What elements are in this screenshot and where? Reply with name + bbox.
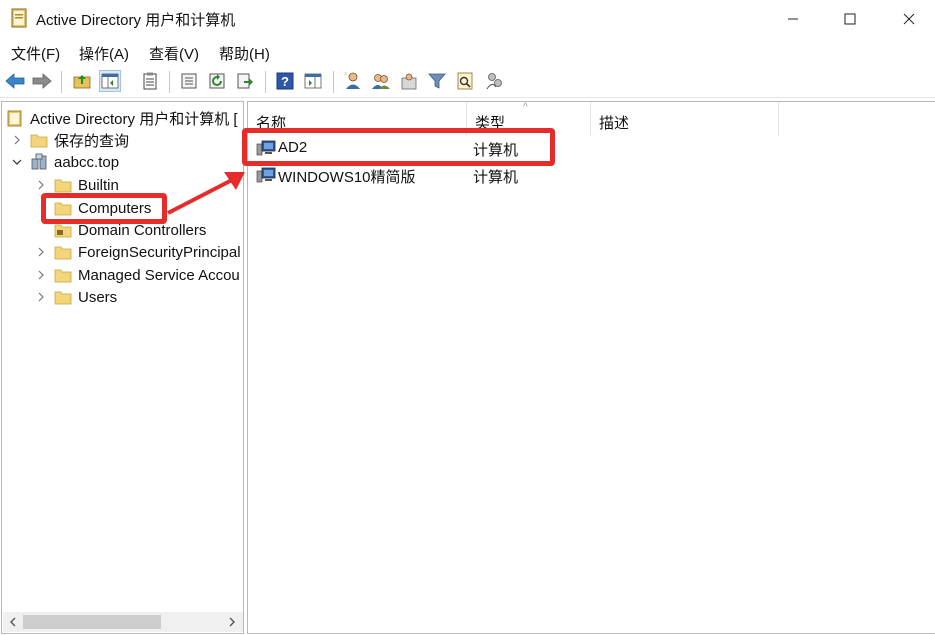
title-bar: Active Directory 用户和计算机 <box>0 0 935 38</box>
list-item-type: 计算机 <box>473 169 519 186</box>
forward-button[interactable] <box>31 70 53 92</box>
export-list-icon <box>181 73 197 89</box>
properties-icon <box>143 72 157 90</box>
close-icon <box>903 13 915 25</box>
chevron-right-icon[interactable] <box>10 133 24 147</box>
export-button[interactable] <box>234 70 256 92</box>
close-button[interactable] <box>886 0 932 38</box>
properties-sheet-button[interactable] <box>139 70 161 92</box>
folder-icon <box>30 134 48 148</box>
tree-label: ForeignSecurityPrincipal <box>78 243 241 261</box>
show-console-tree-icon <box>101 73 119 89</box>
new-user-button[interactable] <box>342 70 364 92</box>
back-icon <box>5 73 25 89</box>
menu-view[interactable]: 查看(V) <box>149 43 199 64</box>
svg-text:?: ? <box>281 74 289 89</box>
details-list: 名称 类型 ^ 描述 AD2 计算机 WINDOWS10精简版 计算机 <box>247 101 935 634</box>
tree-label: Builtin <box>78 176 119 194</box>
tree-item-foreign-security-principals[interactable]: ForeignSecurityPrincipal <box>34 241 241 263</box>
new-group-icon <box>372 74 390 89</box>
filter-icon <box>428 73 446 89</box>
new-ou-button[interactable] <box>398 70 420 92</box>
folder-icon <box>54 179 72 193</box>
new-group-button[interactable] <box>370 70 392 92</box>
chevron-right-icon[interactable] <box>34 245 48 259</box>
tree-horizontal-scrollbar[interactable] <box>3 612 243 632</box>
tree-label: 保存的查询 <box>54 132 130 150</box>
chevron-right-icon[interactable] <box>34 290 48 304</box>
column-header-description[interactable]: 描述 <box>591 102 779 136</box>
back-button[interactable] <box>4 70 26 92</box>
filter-button[interactable] <box>426 70 448 92</box>
chevron-down-icon[interactable] <box>10 155 24 169</box>
add-to-group-icon <box>486 73 502 90</box>
forward-icon <box>32 73 52 89</box>
ou-folder-icon <box>54 224 72 238</box>
help-button[interactable]: ? <box>274 70 296 92</box>
minimize-icon <box>788 18 798 20</box>
tree-item-users[interactable]: Users <box>34 286 117 308</box>
sort-caret-icon: ^ <box>523 102 528 113</box>
show-console-tree-button[interactable] <box>99 70 121 92</box>
new-user-icon <box>344 72 360 89</box>
menu-help[interactable]: 帮助(H) <box>219 43 270 64</box>
annotation-highlight-ad2 <box>242 128 555 166</box>
chevron-right-icon[interactable] <box>34 268 48 282</box>
show-action-pane-button[interactable] <box>302 70 324 92</box>
domain-icon <box>31 153 47 170</box>
refresh-button[interactable] <box>206 70 228 92</box>
tree-item-domain[interactable]: aabcc.top <box>10 151 119 173</box>
tree-label: Managed Service Accou <box>78 266 240 284</box>
minimize-button[interactable] <box>770 0 816 38</box>
up-folder-icon <box>73 75 91 89</box>
new-ou-icon <box>401 73 417 90</box>
tree-item-managed-service-accounts[interactable]: Managed Service Accou <box>34 264 240 286</box>
maximize-button[interactable] <box>827 0 873 38</box>
menu-file[interactable]: 文件(F) <box>11 43 60 64</box>
list-item[interactable]: WINDOWS10精简版 计算机 <box>248 164 928 186</box>
find-button[interactable] <box>454 70 476 92</box>
refresh-icon <box>209 73 225 89</box>
scroll-left-icon[interactable] <box>7 616 19 628</box>
ad-app-icon <box>11 8 27 28</box>
folder-icon <box>54 246 72 260</box>
tree-label: Users <box>78 288 118 306</box>
toolbar: ? <box>0 66 935 98</box>
tree-root-label: Active Directory 用户和计算机 [ <box>30 110 238 128</box>
console-tree: Active Directory 用户和计算机 [ 保存的查询 aabcc.to… <box>1 101 244 634</box>
tree-label: Domain Controllers <box>78 221 207 239</box>
up-folder-button[interactable] <box>71 70 93 92</box>
add-to-group-button[interactable] <box>484 70 506 92</box>
export-list-button[interactable] <box>178 70 200 92</box>
column-header-label: 描述 <box>599 115 630 132</box>
scrollbar-thumb[interactable] <box>23 615 161 629</box>
show-action-pane-icon <box>304 73 322 89</box>
list-item-name: WINDOWS10精简版 <box>278 169 416 186</box>
computer-icon <box>256 167 276 183</box>
tree-root[interactable]: Active Directory 用户和计算机 [ <box>6 107 238 129</box>
help-icon: ? <box>276 72 294 90</box>
ad-root-icon <box>7 110 22 127</box>
window-title: Active Directory 用户和计算机 <box>36 12 236 29</box>
tree-item-saved-queries[interactable]: 保存的查询 <box>10 129 129 151</box>
find-icon <box>457 72 473 90</box>
chevron-right-icon[interactable] <box>34 178 48 192</box>
scroll-right-icon[interactable] <box>226 616 238 628</box>
export-icon <box>237 73 253 89</box>
tree-label: aabcc.top <box>54 153 120 171</box>
maximize-icon <box>844 13 856 25</box>
annotation-highlight-computers <box>41 193 167 224</box>
menu-bar: 文件(F) 操作(A) 查看(V) 帮助(H) <box>0 38 935 66</box>
folder-icon <box>54 269 72 283</box>
menu-action[interactable]: 操作(A) <box>79 43 129 64</box>
folder-icon <box>54 291 72 305</box>
